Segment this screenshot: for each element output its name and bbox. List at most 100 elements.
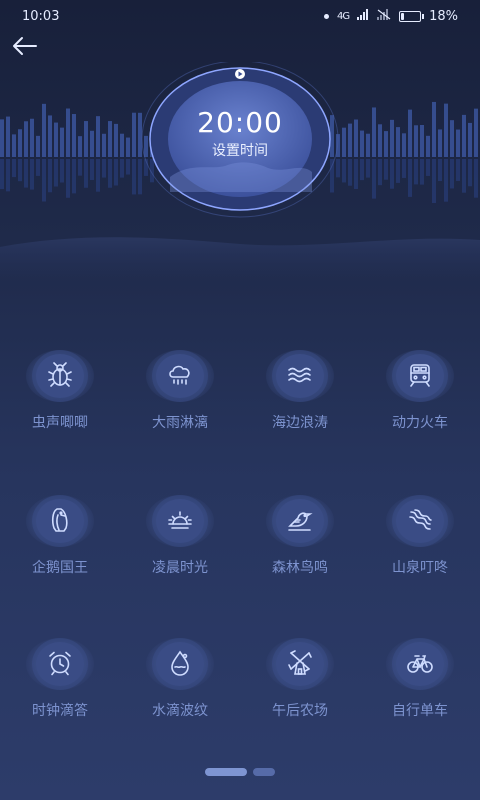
equalizer-bar — [126, 137, 130, 157]
equalizer-bar-reflection — [372, 159, 376, 199]
equalizer-bar-reflection — [342, 159, 346, 183]
equalizer-bar-reflection — [366, 159, 370, 178]
sound-item-birds[interactable]: 森林鸟鸣 — [240, 495, 360, 605]
rain-cloud-icon — [169, 365, 190, 385]
bird-icon — [288, 512, 313, 531]
set-time-button[interactable]: 20:00 设置时间 — [155, 80, 325, 215]
equalizer-bar-reflection — [390, 159, 394, 189]
equalizer-bar — [60, 127, 64, 157]
page-dot-active[interactable] — [205, 768, 247, 776]
equalizer-bar-reflection — [90, 159, 94, 180]
equalizer-bar-reflection — [12, 159, 16, 178]
equalizer-bar-reflection — [474, 159, 478, 198]
equalizer-bar — [90, 130, 94, 157]
sound-item-penguin[interactable]: 企鹅国王 — [0, 495, 120, 605]
sound-item-dawn[interactable]: 凌晨时光 — [120, 495, 240, 605]
sound-label: 凌晨时光 — [152, 560, 208, 576]
network-type: 4G — [336, 10, 350, 22]
sound-label: 森林鸟鸣 — [272, 560, 328, 576]
equalizer-bar — [18, 129, 22, 157]
equalizer-bar-reflection — [66, 159, 70, 198]
equalizer-bar — [132, 112, 136, 157]
sound-item-droplets[interactable]: 水滴波纹 — [120, 638, 240, 748]
equalizer-bar-reflection — [414, 159, 418, 185]
equalizer-bar-reflection — [402, 159, 406, 178]
sound-label: 海边浪涛 — [272, 415, 328, 431]
stream-icon — [409, 509, 432, 530]
equalizer-bar-reflection — [78, 159, 82, 176]
equalizer-bar-reflection — [408, 159, 412, 197]
sound-item-farm[interactable]: 午后农场 — [240, 638, 360, 748]
equalizer-bar — [360, 130, 364, 157]
equalizer-bar-reflection — [444, 159, 448, 202]
alarm-clock-icon — [49, 651, 71, 676]
hill-shape — [0, 237, 480, 282]
sound-label: 时钟滴答 — [32, 703, 88, 719]
equalizer-bar — [378, 124, 382, 157]
sound-item-waves[interactable]: 海边浪涛 — [240, 350, 360, 460]
equalizer-bar — [414, 125, 418, 157]
sound-label: 企鹅国王 — [32, 560, 88, 576]
equalizer-bar — [72, 114, 76, 157]
equalizer-bar — [462, 114, 466, 157]
equalizer-bar-reflection — [6, 159, 10, 192]
penguin-icon — [51, 508, 68, 532]
sound-item-train[interactable]: 动力火车 — [360, 350, 480, 460]
equalizer-bar-reflection — [42, 159, 46, 202]
equalizer-bar-reflection — [432, 159, 436, 204]
status-bar: 10:03 4G 18% — [0, 0, 480, 32]
beetle-icon — [48, 362, 72, 387]
equalizer-bar-reflection — [120, 159, 124, 178]
equalizer-bar-reflection — [426, 159, 430, 176]
equalizer-bar — [396, 127, 400, 157]
equalizer-bar-reflection — [360, 159, 364, 181]
sound-item-clock[interactable]: 时钟滴答 — [0, 638, 120, 748]
equalizer-bar-reflection — [84, 159, 88, 188]
equalizer-bar — [0, 119, 4, 157]
equalizer-bar — [408, 109, 412, 157]
equalizer-bar-reflection — [72, 159, 76, 194]
equalizer-bar-reflection — [330, 159, 334, 193]
equalizer-bar-reflection — [102, 159, 106, 178]
timer-value: 20:00 — [197, 106, 283, 139]
equalizer-bar-reflection — [456, 159, 460, 181]
equalizer-bar-reflection — [336, 159, 340, 178]
equalizer-bar-reflection — [24, 159, 28, 188]
equalizer-bar — [426, 135, 430, 157]
equalizer-bar — [144, 135, 148, 157]
sound-item-spring[interactable]: 山泉叮咚 — [360, 495, 480, 605]
equalizer-bar-reflection — [138, 159, 142, 195]
sound-label: 虫声唧唧 — [32, 415, 88, 431]
equalizer-bar — [12, 134, 16, 157]
sound-label: 自行单车 — [392, 703, 448, 719]
equalizer-bar — [432, 101, 436, 157]
equalizer-bar — [30, 118, 34, 157]
equalizer-bar — [390, 119, 394, 157]
equalizer-bar — [138, 112, 142, 157]
status-indicators: 4G 18% — [323, 8, 458, 24]
back-button[interactable] — [10, 32, 42, 60]
equalizer-bar — [6, 116, 10, 157]
equalizer-bar-reflection — [0, 159, 4, 190]
sound-label: 午后农场 — [272, 703, 328, 719]
equalizer-bar-reflection — [450, 159, 454, 189]
equalizer-bar — [438, 129, 442, 157]
equalizer-bar — [372, 107, 376, 157]
battery-icon — [399, 10, 425, 22]
equalizer-bar — [78, 136, 82, 157]
equalizer-bar-reflection — [420, 159, 424, 185]
equalizer-bar — [120, 133, 124, 157]
equalizer-bar-reflection — [126, 159, 130, 175]
page-dot[interactable] — [253, 768, 275, 776]
sound-item-insects[interactable]: 虫声唧唧 — [0, 350, 120, 460]
arrow-left-icon — [13, 37, 37, 55]
equalizer-bar — [84, 121, 88, 157]
signal-off-icon — [377, 8, 391, 24]
equalizer-bar — [366, 133, 370, 157]
sound-label: 水滴波纹 — [152, 703, 208, 719]
equalizer-bar — [354, 119, 358, 157]
sound-label: 大雨淋漓 — [152, 415, 208, 431]
sound-item-rain[interactable]: 大雨淋漓 — [120, 350, 240, 460]
sound-item-bicycle[interactable]: 自行单车 — [360, 638, 480, 748]
equalizer-bar — [348, 123, 352, 157]
